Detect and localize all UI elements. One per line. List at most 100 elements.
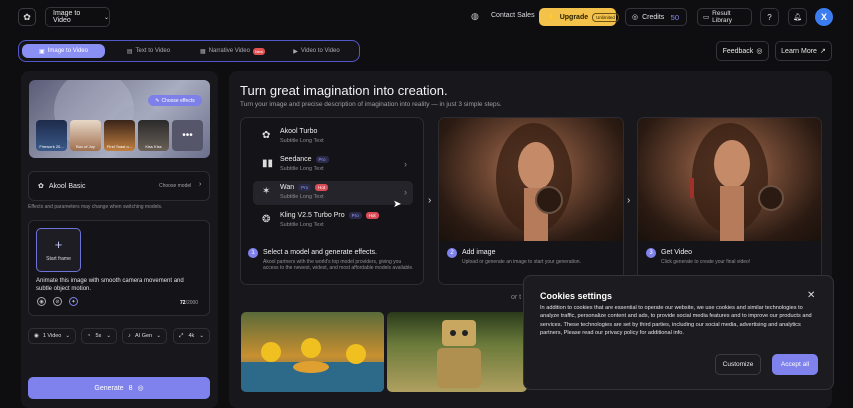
avatar[interactable]: X — [815, 8, 833, 26]
effect-thumbnail[interactable]: Kiss Kiss — [138, 120, 169, 151]
model-option-name: Akool Turbo — [280, 128, 317, 135]
choose-model-link[interactable]: Choose model — [159, 183, 191, 189]
start-frame-upload[interactable]: + Start frame — [36, 228, 81, 272]
model-option-akool-turbo[interactable]: ✿ Akool Turbo Subtitle Long Text — [253, 125, 413, 149]
tab-label: Text to Video — [135, 48, 171, 54]
model-option-name: Wan Pro Hot — [280, 184, 329, 191]
model-subtitle: Subtitle Long Text — [280, 222, 324, 228]
feedback-icon: ◎ — [756, 48, 763, 55]
effect-thumbnail[interactable]: Box of Joy — [70, 120, 101, 151]
block-icon[interactable]: ⊘ — [53, 297, 62, 306]
image-icon: ▣ — [39, 48, 45, 55]
video-count-icon: ◉ — [34, 333, 39, 339]
logo-icon[interactable]: ✿ — [18, 8, 36, 26]
learn-more-button[interactable]: Learn More ↗ — [775, 41, 832, 61]
learn-more-label: Learn More — [781, 47, 817, 55]
settings-icon[interactable]: ◉ — [37, 297, 46, 306]
model-option-name: Kling V2.5 Turbo Pro Pro Hot — [280, 212, 379, 219]
contact-sales-link[interactable]: Contact Sales — [491, 12, 535, 19]
effect-label: Box of Joy — [76, 144, 95, 149]
help-icon[interactable]: ? — [760, 8, 779, 26]
start-frame-label: Start frame — [46, 256, 71, 262]
tab-label: Narrative Video — [208, 48, 250, 54]
cookie-dialog-text: In addition to cookies that are essentia… — [540, 305, 812, 337]
generate-button[interactable]: Generate 8 ◎ — [28, 377, 210, 399]
chevron-right-icon: › — [199, 181, 202, 188]
cookie-dialog-title: Cookies settings — [540, 291, 613, 301]
hot-badge: Hot — [365, 212, 379, 219]
enhance-icon[interactable]: ✦ — [69, 297, 78, 306]
mode-select[interactable]: Image to Video ⌄ — [45, 7, 110, 27]
bell-icon[interactable]: 🔔︎ — [788, 8, 807, 26]
model-option-kling[interactable]: ❂ Kling V2.5 Turbo Pro Pro Hot Subtitle Lo… — [253, 209, 413, 233]
model-name: Akool Turbo — [280, 128, 318, 135]
tab-image-to-video[interactable]: ▣ Image to Video — [22, 44, 105, 58]
page-subtitle: Turn your image and precise description … — [240, 101, 502, 108]
prompt-input[interactable]: Animate this image with smooth camera mo… — [36, 277, 196, 293]
model-subtitle: Subtitle Long Text — [280, 166, 324, 172]
step-title: Get Video — [661, 249, 693, 256]
model-option-wan[interactable]: ✶ Wan Pro Hot Subtitle Long Text › — [253, 181, 413, 205]
chevron-down-icon: ⌄ — [199, 333, 204, 339]
example-video-thumbnail[interactable] — [387, 312, 527, 392]
film-icon: ▦ — [200, 48, 206, 55]
upgrade-button[interactable]: ⚡ Upgrade Unlimited — [539, 8, 619, 26]
model-name: Wan — [280, 184, 295, 191]
close-icon[interactable]: ✕ — [807, 290, 815, 301]
step-number: 1 — [248, 248, 258, 258]
result-library-button[interactable]: ▭ Result Library — [697, 8, 752, 26]
tab-video-to-video[interactable]: ▶ Video to Video — [275, 44, 358, 58]
feedback-button[interactable]: Feedback ◎ — [716, 41, 769, 61]
step-number: 3 — [646, 248, 656, 258]
akool-logo-icon: ✿ — [262, 130, 271, 141]
plus-icon: + — [54, 237, 63, 252]
model-name: Seedance — [280, 156, 312, 163]
chevron-down-icon: ⌄ — [106, 333, 111, 339]
choose-effects-label: Choose effects — [161, 97, 195, 104]
model-note: Effects and parameters may change when s… — [28, 204, 163, 210]
more-effects-button[interactable]: ••• — [172, 120, 203, 151]
video-count-select[interactable]: ◉ 1 Video ⌄ — [28, 328, 76, 344]
model-name: Akool Basic — [48, 182, 86, 190]
effect-thumbnail[interactable]: Firework 20... — [36, 120, 67, 151]
kling-logo-icon: ❂ — [262, 214, 271, 225]
model-subtitle: Subtitle Long Text — [280, 138, 324, 144]
video-icon: ▶ — [293, 48, 298, 55]
result-library-label: Result Library — [712, 10, 733, 24]
chevron-down-icon: ⌄ — [103, 14, 109, 21]
text-icon: ▤ — [126, 48, 133, 55]
chevron-right-icon: › — [627, 195, 631, 206]
credits-button[interactable]: ◎ Credits 50 — [625, 8, 687, 26]
option-label: 1 Video — [42, 333, 62, 339]
example-video-thumbnail[interactable] — [241, 312, 384, 392]
model-option-seedance[interactable]: ▮▮ Seedance Pro Subtitle Long Text › — [253, 153, 413, 177]
tab-text-to-video[interactable]: ▤ Text to Video — [107, 44, 190, 58]
wan-logo-icon: ✶ — [262, 186, 271, 197]
mouse-cursor-icon: ➤ — [393, 199, 402, 210]
effect-thumbnail[interactable]: First Toast o... — [104, 120, 135, 151]
lego-pool-illustration — [241, 338, 384, 392]
akool-logo-icon: ✿ — [38, 183, 44, 190]
model-selector-name: ✿ Akool Basic — [38, 182, 86, 191]
folder-icon: ▭ — [703, 14, 710, 21]
step-title: Add image — [462, 249, 496, 256]
accept-all-button[interactable]: Accept all — [772, 354, 818, 375]
choose-effects-button[interactable]: ✎ Choose effects — [148, 95, 202, 106]
model-option-name: Seedance Pro — [280, 156, 329, 163]
globe-icon[interactable]: ◍ — [471, 11, 479, 22]
chevron-down-icon: ⌄ — [65, 333, 70, 339]
duration-select[interactable]: ◔ 5s ⌄ — [81, 328, 117, 344]
magic-wand-icon: ✎ — [155, 97, 160, 104]
new-badge: New — [252, 47, 265, 55]
effect-label: First Toast o... — [106, 144, 133, 149]
mode-select-label: Image to Video — [53, 10, 81, 24]
step-number: 2 — [447, 248, 457, 258]
step-description: Click generate to create your final vide… — [661, 259, 751, 265]
coin-icon: ◎ — [632, 14, 639, 21]
audio-select[interactable]: ♪ AI Gen ⌄ — [122, 328, 167, 344]
resolution-select[interactable]: ⤢ 4k ⌄ — [173, 328, 210, 344]
tab-narrative-video[interactable]: ▦ Narrative Video New — [191, 44, 274, 58]
option-label: 5s — [95, 333, 102, 339]
step-title: Select a model and generate effects. — [263, 249, 377, 256]
customize-button[interactable]: Customize — [715, 354, 761, 375]
